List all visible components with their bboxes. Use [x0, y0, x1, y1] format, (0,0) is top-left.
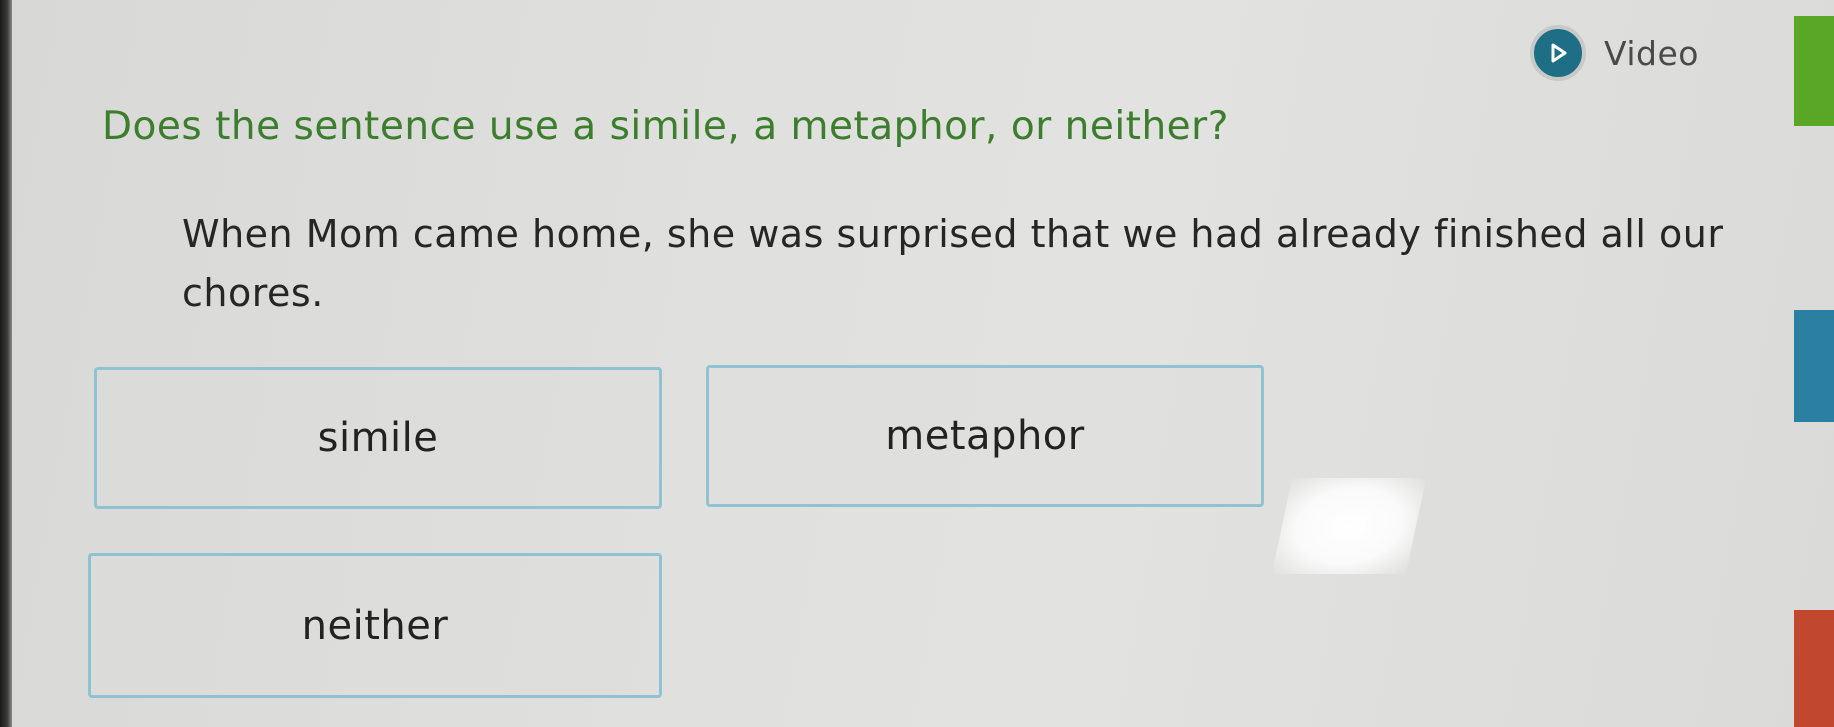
video-button[interactable]: Video: [1530, 22, 1699, 84]
side-tab-bottom[interactable]: [1794, 610, 1834, 727]
choice-simile[interactable]: simile: [94, 367, 662, 509]
play-icon: [1530, 25, 1586, 81]
choice-metaphor[interactable]: metaphor: [706, 365, 1264, 507]
screen-glare: [1271, 478, 1427, 574]
side-tab-top[interactable]: [1794, 16, 1834, 126]
question-text: Does the sentence use a simile, a metaph…: [102, 104, 1229, 149]
choice-neither[interactable]: neither: [88, 553, 662, 698]
example-sentence: When Mom came home, she was surprised th…: [182, 212, 1724, 315]
screen: Video Does the sentence use a simile, a …: [0, 0, 1834, 727]
side-tab-middle[interactable]: [1794, 310, 1834, 422]
video-label: Video: [1604, 33, 1699, 73]
left-bezel: [0, 0, 12, 727]
